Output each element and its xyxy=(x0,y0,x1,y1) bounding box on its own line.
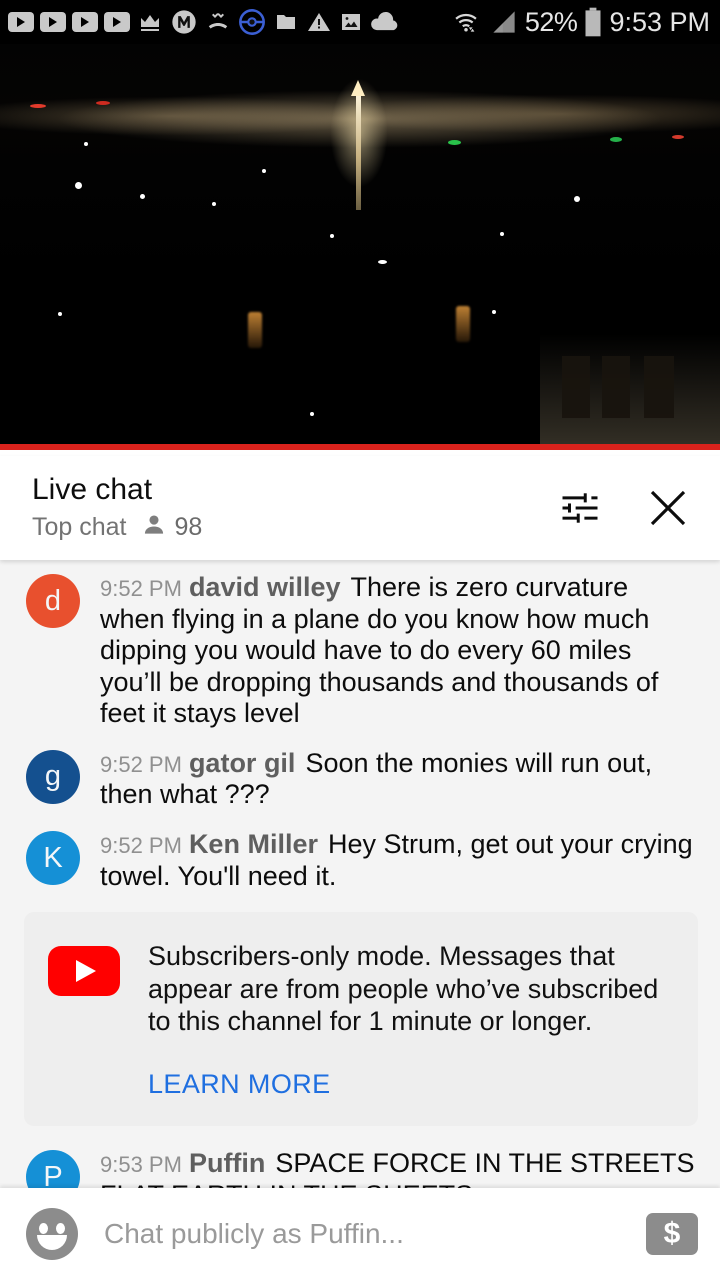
crown-icon xyxy=(136,10,164,34)
avatar[interactable]: g xyxy=(26,749,80,804)
cell-signal-icon xyxy=(490,9,518,35)
message-author[interactable]: Ken Miller xyxy=(189,829,318,859)
status-bar-clock: 9:53 PM xyxy=(609,6,710,37)
city-light xyxy=(574,196,580,202)
viewer-count-label: 98 xyxy=(174,512,203,541)
youtube-play-icon xyxy=(40,12,66,32)
red-beacon-light xyxy=(672,135,684,139)
close-icon[interactable] xyxy=(644,484,692,532)
red-beacon-light xyxy=(30,104,46,108)
folder-icon xyxy=(272,10,300,34)
chat-message[interactable]: K 9:52 PM Ken Miller Hey Strum, get out yo… xyxy=(0,817,720,898)
pokeball-icon xyxy=(238,8,266,36)
city-light xyxy=(58,312,62,316)
viewer-count-group: 98 xyxy=(141,512,203,543)
chat-mode-label[interactable]: Top chat xyxy=(32,513,127,542)
city-light xyxy=(330,234,334,238)
red-beacon-light xyxy=(96,101,110,105)
foreground-building xyxy=(540,334,720,450)
message-timestamp: 9:53 PM xyxy=(100,1152,182,1178)
message-author[interactable]: Puffin xyxy=(189,1148,265,1178)
city-light xyxy=(378,260,387,264)
chat-header-titles: Live chat Top chat 98 xyxy=(32,473,556,543)
message-timestamp: 9:52 PM xyxy=(100,833,182,859)
chat-header-subtitle: Top chat 98 xyxy=(32,512,556,543)
live-chat-header: Live chat Top chat 98 xyxy=(0,456,720,560)
message-timestamp: 9:52 PM xyxy=(100,576,182,601)
wifi-icon xyxy=(449,8,483,36)
missed-call-icon xyxy=(204,10,232,34)
battery-percent-label: 52% xyxy=(524,6,578,37)
person-icon xyxy=(141,512,167,543)
chat-message-body: 9:52 PM david willey There is zero curvatu… xyxy=(100,570,700,730)
city-light xyxy=(500,232,504,236)
youtube-play-icon xyxy=(8,12,34,32)
warm-window-light xyxy=(248,312,262,348)
tune-icon[interactable] xyxy=(556,484,604,532)
message-timestamp: 9:52 PM xyxy=(100,751,182,777)
subscribers-only-notice-card: Subscribers-only mode. Messages that app… xyxy=(24,912,698,1127)
battery-icon xyxy=(584,7,602,37)
avatar[interactable]: d xyxy=(26,574,80,628)
warm-window-light xyxy=(456,306,470,342)
city-light xyxy=(140,194,145,199)
youtube-logo-icon xyxy=(48,946,120,997)
message-text: Soon the monies will run out, then what … xyxy=(100,747,653,810)
dollar-icon[interactable]: $ xyxy=(646,1213,698,1255)
status-bar-notification-icons xyxy=(8,8,449,36)
message-text: There is zero curvature when flying in a… xyxy=(100,572,659,729)
live-video-player[interactable] xyxy=(0,44,720,450)
city-light xyxy=(310,412,314,416)
avatar[interactable]: P xyxy=(26,1150,80,1188)
building-window xyxy=(644,356,674,418)
youtube-play-icon xyxy=(72,12,98,32)
chat-message-body: 9:52 PM Ken Miller Hey Strum, get out your… xyxy=(100,827,700,892)
city-light xyxy=(212,202,216,206)
youtube-live-chat-screen: 52% 9:53 PM Live chat Top chat 98 d 9:52… xyxy=(0,0,720,1280)
chat-input[interactable] xyxy=(104,1218,646,1250)
warning-triangle-icon xyxy=(306,10,332,34)
notice-text: Subscribers-only mode. Messages that app… xyxy=(148,941,659,1036)
message-author[interactable]: david willey xyxy=(189,572,341,602)
city-light xyxy=(75,182,82,189)
cloud-icon xyxy=(370,11,400,33)
video-progress-bar[interactable] xyxy=(0,444,720,450)
chat-input-bar: $ xyxy=(0,1188,720,1280)
chat-message[interactable]: P 9:53 PM Puffin SPACE FORCE IN THE STREET… xyxy=(0,1136,720,1188)
message-author[interactable]: gator gil xyxy=(189,748,296,778)
chat-message-body: 9:52 PM gator gil Soon the monies will run… xyxy=(100,746,700,811)
city-light xyxy=(84,142,88,146)
chat-message[interactable]: d 9:52 PM david willey There is zero curva… xyxy=(0,560,720,736)
avatar[interactable]: K xyxy=(26,831,80,886)
status-bar-system-icons: 52% 9:53 PM xyxy=(449,7,710,38)
green-light xyxy=(610,137,622,142)
youtube-play-icon xyxy=(104,12,130,32)
city-light xyxy=(262,169,266,173)
city-light xyxy=(492,310,496,314)
green-light xyxy=(448,140,461,145)
building-window xyxy=(562,356,590,418)
notice-body: Subscribers-only mode. Messages that app… xyxy=(148,940,672,1100)
chat-header-actions xyxy=(556,484,698,532)
chat-message[interactable]: g 9:52 PM gator gil Soon the monies will r… xyxy=(0,736,720,817)
chat-message-body: 9:53 PM Puffin SPACE FORCE IN THE STREETS … xyxy=(100,1146,700,1188)
image-icon xyxy=(338,10,364,34)
status-bar: 52% 9:53 PM xyxy=(0,0,720,44)
m-circle-icon xyxy=(170,8,198,36)
emoji-smiley-icon[interactable] xyxy=(26,1208,78,1260)
building-window xyxy=(602,356,630,418)
learn-more-link[interactable]: LEARN MORE xyxy=(148,1069,331,1100)
chat-message-list[interactable]: d 9:52 PM david willey There is zero curva… xyxy=(0,560,720,1188)
monument-spire xyxy=(351,80,365,210)
page-title: Live chat xyxy=(32,473,153,507)
